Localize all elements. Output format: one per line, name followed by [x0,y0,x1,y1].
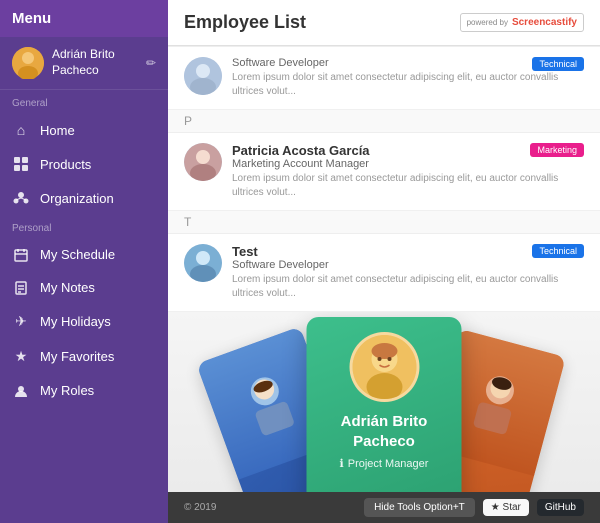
sidebar-item-my-notes[interactable]: My Notes [0,271,168,304]
sidebar-item-home[interactable]: ⌂ Home [0,113,168,147]
avatar [184,244,222,282]
schedule-icon [12,248,30,262]
center-employee-card[interactable]: Adrián Brito Pacheco ℹ Project Manager [307,317,462,492]
sidebar-item-schedule-label: My Schedule [40,247,115,262]
employee-list: Software Developer Lorem ipsum dolor sit… [168,46,600,492]
sidebar-item-my-holidays[interactable]: ✈ My Holidays [0,304,168,339]
page-title: Employee List [184,12,306,33]
sidebar-item-holidays-label: My Holidays [40,314,111,329]
my-roles-icon [12,384,30,398]
sidebar-item-my-roles-label: My Roles [40,383,94,398]
employee-role: Software Developer [232,57,584,69]
sidebar-item-my-schedule[interactable]: My Schedule [0,238,168,271]
employee-desc: Lorem ipsum dolor sit amet consectetur a… [232,71,584,99]
personal-section-label: Personal [0,215,168,238]
organization-icon [12,190,30,206]
sidebar-title: Menu [12,10,51,27]
shortcut-text: Option+T [423,502,464,513]
sidebar-item-notes-label: My Notes [40,280,95,295]
employee-info: Test Software Developer Lorem ipsum dolo… [232,244,584,301]
sidebar-item-my-favorites[interactable]: ★ My Favorites [0,339,168,374]
employee-role: Software Developer [232,259,584,271]
github-button[interactable]: GitHub [537,499,584,516]
status-badge: Technical [532,244,584,258]
section-divider-p: P [168,110,600,133]
edit-icon[interactable]: ✏ [146,56,156,70]
employee-info: Software Developer Lorem ipsum dolor sit… [232,57,584,99]
sidebar-item-my-roles[interactable]: My Roles [0,374,168,407]
notes-icon [12,281,30,295]
sidebar-header: Menu [0,0,168,37]
role-label: Project Manager [348,458,429,470]
employee-role: Marketing Account Manager [232,158,584,170]
employee-desc: Lorem ipsum dolor sit amet consectetur a… [232,172,584,200]
list-item[interactable]: Test Software Developer Lorem ipsum dolo… [168,234,600,312]
footer-tools: Hide Tools Option+T ★ Star GitHub [364,498,584,517]
main-content: Employee List powered by Screencastify S… [168,0,600,523]
center-card-role: ℹ Project Manager [340,457,429,470]
list-item[interactable]: Patricia Acosta García Marketing Account… [168,133,600,211]
star-button[interactable]: ★ Star [483,499,529,516]
avatar [184,143,222,181]
products-icon [12,156,30,172]
status-badge: Marketing [530,143,584,157]
sidebar-item-home-label: Home [40,123,75,138]
holidays-icon: ✈ [12,313,30,330]
screencastify-logo: powered by Screencastify [460,13,584,32]
center-card-name: Adrián Brito Pacheco [319,412,450,451]
user-name: Adrián Brito Pacheco [52,47,146,78]
employee-desc: Lorem ipsum dolor sit amet consectetur a… [232,273,584,301]
main-header: Employee List powered by Screencastify [168,0,600,46]
home-icon: ⌂ [12,122,30,138]
general-section-label: General [0,90,168,113]
sidebar-item-favorites-label: My Favorites [40,349,114,364]
section-divider-t: T [168,211,600,234]
sidebar-user-profile[interactable]: Adrián Brito Pacheco ✏ [0,37,168,90]
avatar [12,47,44,79]
sidebar-item-organization-label: Organization [40,191,114,206]
list-item[interactable]: Software Developer Lorem ipsum dolor sit… [168,46,600,110]
info-icon: ℹ [340,457,344,470]
powered-by-text: powered by [467,18,508,27]
favorites-icon: ★ [12,348,30,365]
sidebar-item-organization[interactable]: Organization [0,181,168,215]
status-badge: Technical [532,57,584,71]
copyright-text: © 2019 [184,502,216,513]
footer: © 2019 Hide Tools Option+T ★ Star GitHub [168,492,600,523]
card-overlay: Iñaki Somlo Díi @SoftwareDeveloper [168,312,600,492]
center-card-avatar [349,332,419,402]
employee-name: Test [232,244,584,259]
sidebar: Menu Adrián Brito Pacheco ✏ General ⌂ Ho… [0,0,168,523]
sidebar-item-products-label: Products [40,157,91,172]
screencastify-brand: Screencastify [512,17,577,28]
hide-tools-button[interactable]: Hide Tools Option+T [364,498,475,517]
sidebar-item-products[interactable]: Products [0,147,168,181]
avatar [184,57,222,95]
